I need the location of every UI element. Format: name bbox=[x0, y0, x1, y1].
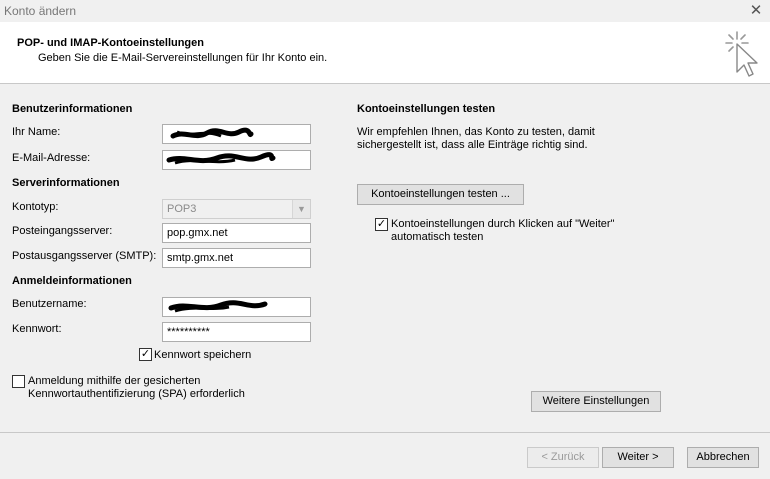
test-desc-line2: sichergestellt ist, dass alle Einträge r… bbox=[357, 139, 588, 151]
page-title: POP- und IMAP-Kontoeinstellungen bbox=[17, 37, 204, 49]
wizard-cursor-icon bbox=[725, 31, 758, 77]
wizard-header: POP- und IMAP-Kontoeinstellungen Geben S… bbox=[0, 22, 770, 84]
more-settings-button[interactable]: Weitere Einstellungen bbox=[531, 391, 661, 412]
back-button[interactable]: < Zurück bbox=[527, 447, 599, 468]
title-bar: Konto ändern ✕ bbox=[0, 0, 770, 22]
password-field[interactable]: ********** bbox=[162, 322, 311, 342]
test-account-button[interactable]: Kontoeinstellungen testen ... bbox=[357, 184, 524, 205]
name-field[interactable] bbox=[162, 124, 311, 144]
footer-divider bbox=[0, 432, 770, 433]
redacted-scribble bbox=[168, 300, 268, 313]
page-subtitle: Geben Sie die E-Mail-Servereinstellungen… bbox=[38, 52, 328, 64]
incoming-server-field[interactable]: pop.gmx.net bbox=[162, 223, 311, 243]
auto-test-label-line1: Kontoeinstellungen durch Klicken auf "We… bbox=[391, 218, 615, 230]
chevron-down-icon: ▼ bbox=[292, 200, 310, 218]
password-label: Kennwort: bbox=[12, 323, 62, 335]
user-info-heading: Benutzerinformationen bbox=[12, 103, 133, 115]
username-label: Benutzername: bbox=[12, 298, 87, 310]
cancel-button[interactable]: Abbrechen bbox=[687, 447, 759, 468]
outgoing-server-label: Postausgangsserver (SMTP): bbox=[12, 250, 157, 262]
spa-label-line1: Anmeldung mithilfe der gesicherten bbox=[28, 375, 201, 387]
username-field[interactable] bbox=[162, 297, 311, 317]
name-label: Ihr Name: bbox=[12, 126, 61, 138]
remember-password-label: Kennwort speichern bbox=[154, 349, 252, 361]
incoming-server-label: Posteingangsserver: bbox=[12, 225, 113, 237]
redacted-scribble bbox=[170, 127, 254, 139]
account-type-label: Kontotyp: bbox=[12, 201, 59, 213]
spa-label-line2: Kennwortauthentifizierung (SPA) erforder… bbox=[28, 388, 245, 400]
redacted-scribble bbox=[166, 152, 276, 165]
login-info-heading: Anmeldeinformationen bbox=[12, 275, 132, 287]
account-type-select: POP3 ▼ bbox=[162, 199, 311, 219]
close-icon[interactable]: ✕ bbox=[745, 1, 767, 21]
spa-checkbox[interactable] bbox=[12, 375, 25, 388]
window-title: Konto ändern bbox=[4, 4, 77, 18]
test-settings-heading: Kontoeinstellungen testen bbox=[357, 103, 496, 115]
email-field[interactable] bbox=[162, 150, 311, 170]
remember-password-checkbox[interactable]: ✓ bbox=[139, 348, 152, 361]
server-info-heading: Serverinformationen bbox=[12, 177, 120, 189]
auto-test-label-line2: automatisch testen bbox=[391, 231, 484, 243]
test-desc-line1: Wir empfehlen Ihnen, das Konto zu testen… bbox=[357, 126, 595, 138]
email-label: E-Mail-Adresse: bbox=[12, 152, 91, 164]
next-button[interactable]: Weiter > bbox=[602, 447, 674, 468]
auto-test-checkbox[interactable]: ✓ bbox=[375, 218, 388, 231]
account-type-value: POP3 bbox=[167, 203, 197, 215]
outgoing-server-field[interactable]: smtp.gmx.net bbox=[162, 248, 311, 268]
